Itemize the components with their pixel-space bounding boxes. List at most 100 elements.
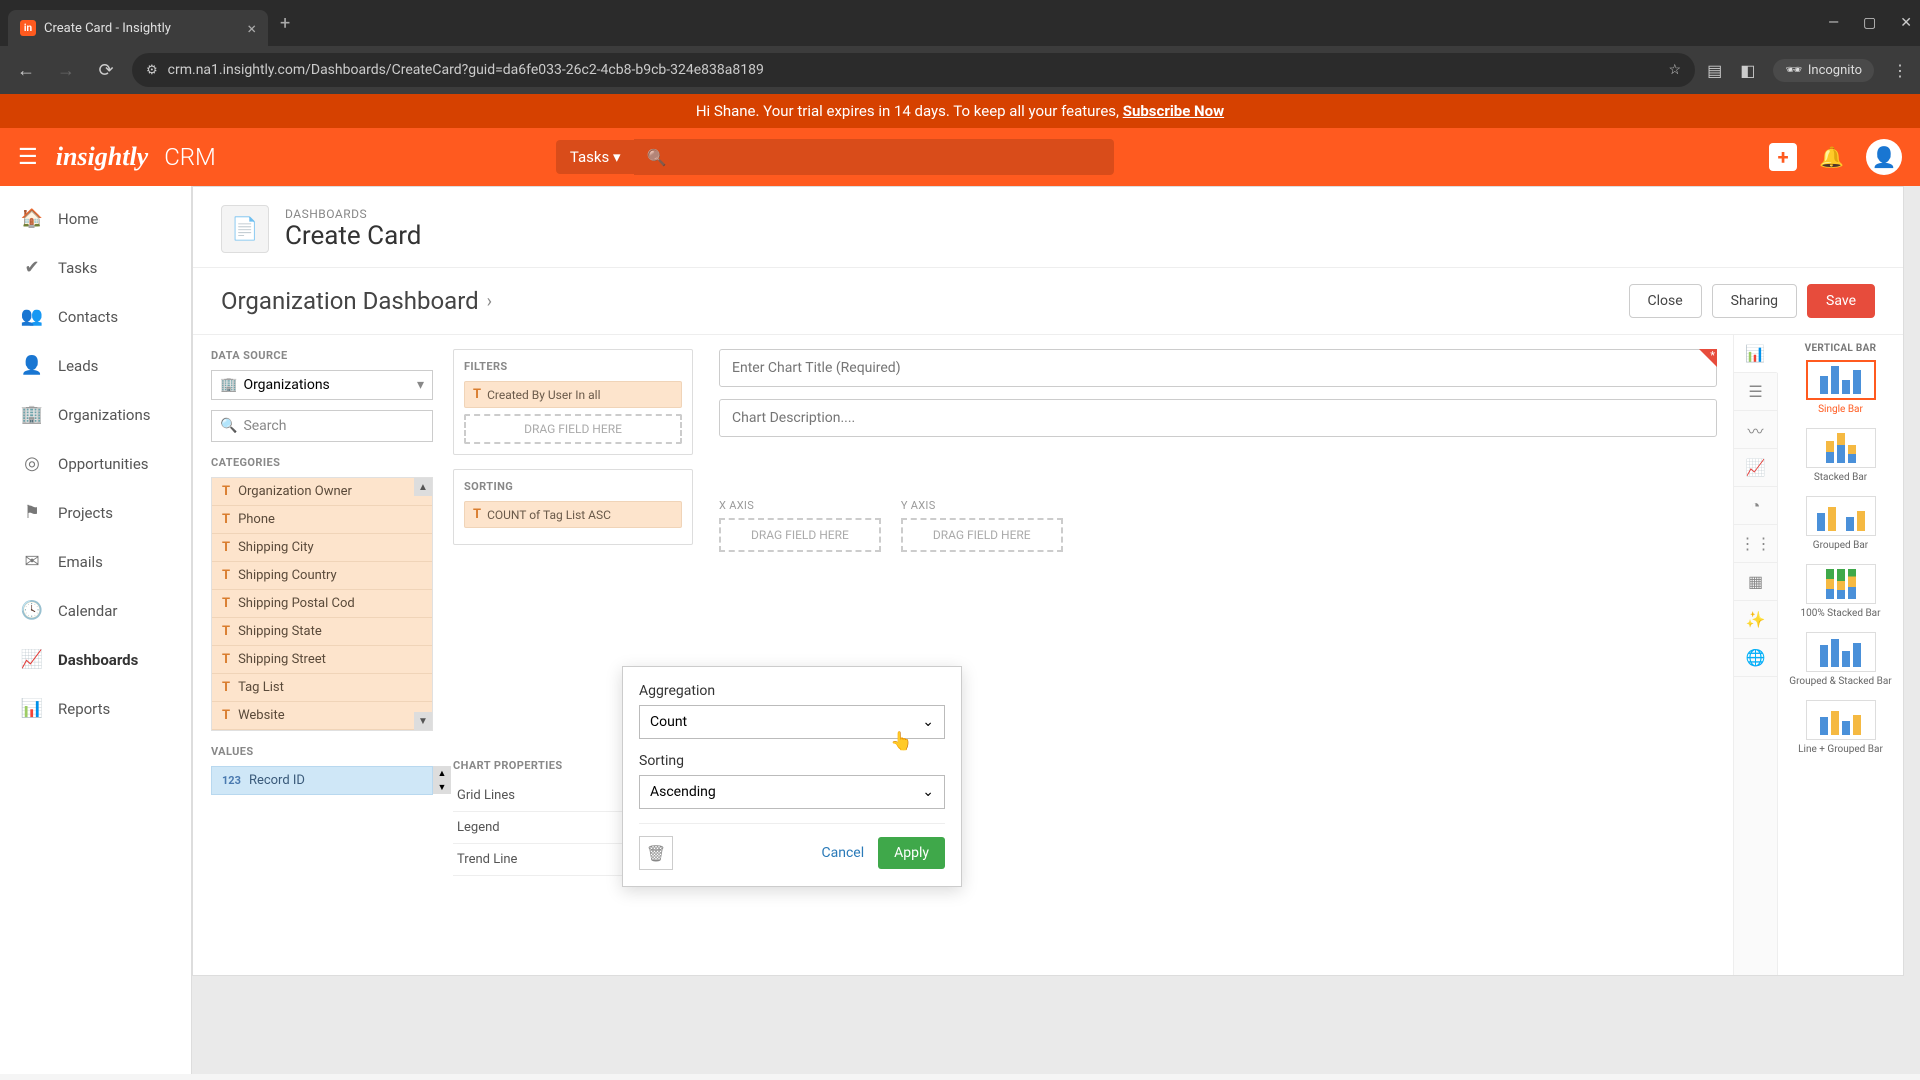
- building-icon: 🏢: [220, 377, 237, 393]
- sidebar-item-contacts[interactable]: 👥Contacts: [0, 292, 191, 341]
- side-panel-icon[interactable]: ◧: [1740, 61, 1755, 80]
- text-type-icon: T: [222, 624, 230, 639]
- incognito-badge[interactable]: 🕶 Incognito: [1773, 59, 1874, 82]
- text-type-icon: T: [473, 507, 481, 522]
- search-scope-dropdown[interactable]: Tasks ▾: [556, 140, 635, 174]
- browser-tab[interactable]: in Create Card - Insightly ×: [8, 10, 268, 46]
- logo[interactable]: insightly: [56, 142, 148, 172]
- sidebar-item-opportunities[interactable]: ◎Opportunities: [0, 439, 191, 488]
- sidebar-item-leads[interactable]: 👤Leads: [0, 341, 191, 390]
- cancel-button[interactable]: Cancel: [821, 845, 864, 861]
- sidebar-item-projects[interactable]: ⚑Projects: [0, 488, 191, 537]
- emails-icon: ✉: [20, 551, 44, 572]
- save-button[interactable]: Save: [1807, 284, 1875, 318]
- chart-type-grouped-stacked-bar[interactable]: Grouped & Stacked Bar: [1784, 632, 1897, 688]
- data-source-label: DATA SOURCE: [211, 349, 433, 362]
- scroll-up-button[interactable]: ▲: [414, 478, 432, 496]
- search-icon: 🔍: [646, 148, 666, 167]
- vtab-scatter[interactable]: ⋮⋮: [1734, 525, 1777, 563]
- category-item[interactable]: TOrganization Owner: [212, 478, 432, 506]
- maximize-icon[interactable]: ▢: [1863, 15, 1876, 31]
- category-search-input[interactable]: 🔍 Search: [211, 410, 433, 442]
- data-source-select[interactable]: 🏢 Organizations: [211, 370, 433, 400]
- sidebar-item-dashboards[interactable]: 📈Dashboards: [0, 635, 191, 684]
- chart-title-input[interactable]: [719, 349, 1717, 387]
- tab-close-icon[interactable]: ×: [247, 19, 256, 38]
- category-item[interactable]: TWebsite: [212, 702, 432, 730]
- text-type-icon: T: [222, 680, 230, 695]
- text-type-icon: T: [222, 540, 230, 555]
- add-button[interactable]: +: [1769, 143, 1797, 171]
- sorting-config-popup: Aggregation Count ⌄ Sorting Ascending ⌄ …: [622, 666, 962, 887]
- category-item[interactable]: TShipping Country: [212, 562, 432, 590]
- category-item[interactable]: TPhone: [212, 506, 432, 534]
- sidebar: 🏠Home ✔Tasks 👥Contacts 👤Leads 🏢Organizat…: [0, 186, 192, 1074]
- scroll-up-button[interactable]: ▲: [433, 766, 451, 780]
- reload-button[interactable]: ⟳: [92, 60, 120, 81]
- filter-drop-zone[interactable]: DRAG FIELD HERE: [464, 414, 682, 444]
- aggregation-select[interactable]: Count ⌄: [639, 705, 945, 739]
- vtab-line[interactable]: 〰: [1734, 411, 1777, 449]
- sidebar-item-emails[interactable]: ✉Emails: [0, 537, 191, 586]
- apply-button[interactable]: Apply: [878, 837, 945, 869]
- forward-button[interactable]: →: [52, 60, 80, 81]
- category-item[interactable]: TTag List: [212, 674, 432, 702]
- trash-icon: 🗑: [646, 844, 666, 863]
- global-search-input[interactable]: 🔍: [634, 139, 1114, 175]
- category-item[interactable]: TShipping Postal Cod: [212, 590, 432, 618]
- chart-type-100-stacked-bar[interactable]: 100% Stacked Bar: [1784, 564, 1897, 620]
- x-axis-drop-zone[interactable]: DRAG FIELD HERE: [719, 518, 881, 552]
- sorting-chip[interactable]: T COUNT of Tag List ASC: [464, 501, 682, 528]
- chevron-down-icon: ⌄: [922, 714, 934, 730]
- site-settings-icon[interactable]: ⚙: [146, 63, 158, 78]
- reading-list-icon[interactable]: ▤: [1707, 61, 1722, 80]
- sharing-button[interactable]: Sharing: [1712, 284, 1797, 318]
- chart-type-single-bar[interactable]: Single Bar: [1784, 360, 1897, 416]
- notifications-icon[interactable]: 🔔: [1819, 145, 1844, 169]
- vtab-bar[interactable]: 📊: [1734, 335, 1778, 373]
- value-item[interactable]: 123 Record ID: [211, 766, 433, 795]
- chart-type-line-grouped-bar[interactable]: Line + Grouped Bar: [1784, 700, 1897, 756]
- incognito-icon: 🕶: [1785, 63, 1802, 78]
- sidebar-item-home[interactable]: 🏠Home: [0, 194, 191, 243]
- minimize-icon[interactable]: —: [1828, 15, 1839, 31]
- sorting-direction-select[interactable]: Ascending ⌄: [639, 775, 945, 809]
- category-item[interactable]: TShipping City: [212, 534, 432, 562]
- category-item[interactable]: TShipping State: [212, 618, 432, 646]
- x-axis-label: X AXIS: [719, 499, 881, 512]
- sidebar-item-tasks[interactable]: ✔Tasks: [0, 243, 191, 292]
- vtab-list[interactable]: ☰: [1734, 373, 1777, 411]
- sidebar-item-organizations[interactable]: 🏢Organizations: [0, 390, 191, 439]
- vtab-pie[interactable]: ◔: [1734, 487, 1777, 525]
- delete-button[interactable]: 🗑: [639, 836, 673, 870]
- scroll-down-button[interactable]: ▼: [433, 780, 451, 794]
- y-axis-drop-zone[interactable]: DRAG FIELD HERE: [901, 518, 1063, 552]
- chart-type-stacked-bar[interactable]: Stacked Bar: [1784, 428, 1897, 484]
- sidebar-item-calendar[interactable]: 🕓Calendar: [0, 586, 191, 635]
- avatar[interactable]: 👤: [1866, 139, 1902, 175]
- dashboard-name[interactable]: Organization Dashboard ›: [221, 287, 492, 315]
- app-name: CRM: [164, 143, 216, 171]
- chart-description-input[interactable]: [719, 399, 1717, 437]
- chart-type-grouped-bar[interactable]: Grouped Bar: [1784, 496, 1897, 552]
- browser-menu-icon[interactable]: ⋮: [1892, 61, 1908, 80]
- text-type-icon: T: [222, 708, 230, 723]
- back-button[interactable]: ←: [12, 60, 40, 81]
- chart-type-list: VERTICAL BAR Single Bar Stacked Bar Grou…: [1778, 335, 1903, 975]
- filter-chip[interactable]: T Created By User In all: [464, 381, 682, 408]
- vtab-geo[interactable]: 🌐: [1734, 639, 1777, 677]
- close-window-icon[interactable]: ✕: [1900, 15, 1912, 31]
- bookmark-star-icon[interactable]: ☆: [1669, 62, 1682, 78]
- vtab-funnel[interactable]: ✨: [1734, 601, 1777, 639]
- toolbar: Organization Dashboard › Close Sharing S…: [193, 268, 1903, 335]
- close-button[interactable]: Close: [1629, 284, 1702, 318]
- hamburger-icon[interactable]: ☰: [18, 145, 38, 170]
- category-item[interactable]: TShipping Street: [212, 646, 432, 674]
- address-bar[interactable]: ⚙ crm.na1.insightly.com/Dashboards/Creat…: [132, 53, 1695, 87]
- sidebar-item-reports[interactable]: 📊Reports: [0, 684, 191, 733]
- subscribe-link[interactable]: Subscribe Now: [1123, 102, 1224, 120]
- new-tab-button[interactable]: +: [280, 13, 290, 34]
- vtab-table[interactable]: ▦: [1734, 563, 1777, 601]
- vtab-area[interactable]: 📈: [1734, 449, 1777, 487]
- scroll-down-button[interactable]: ▼: [414, 712, 432, 730]
